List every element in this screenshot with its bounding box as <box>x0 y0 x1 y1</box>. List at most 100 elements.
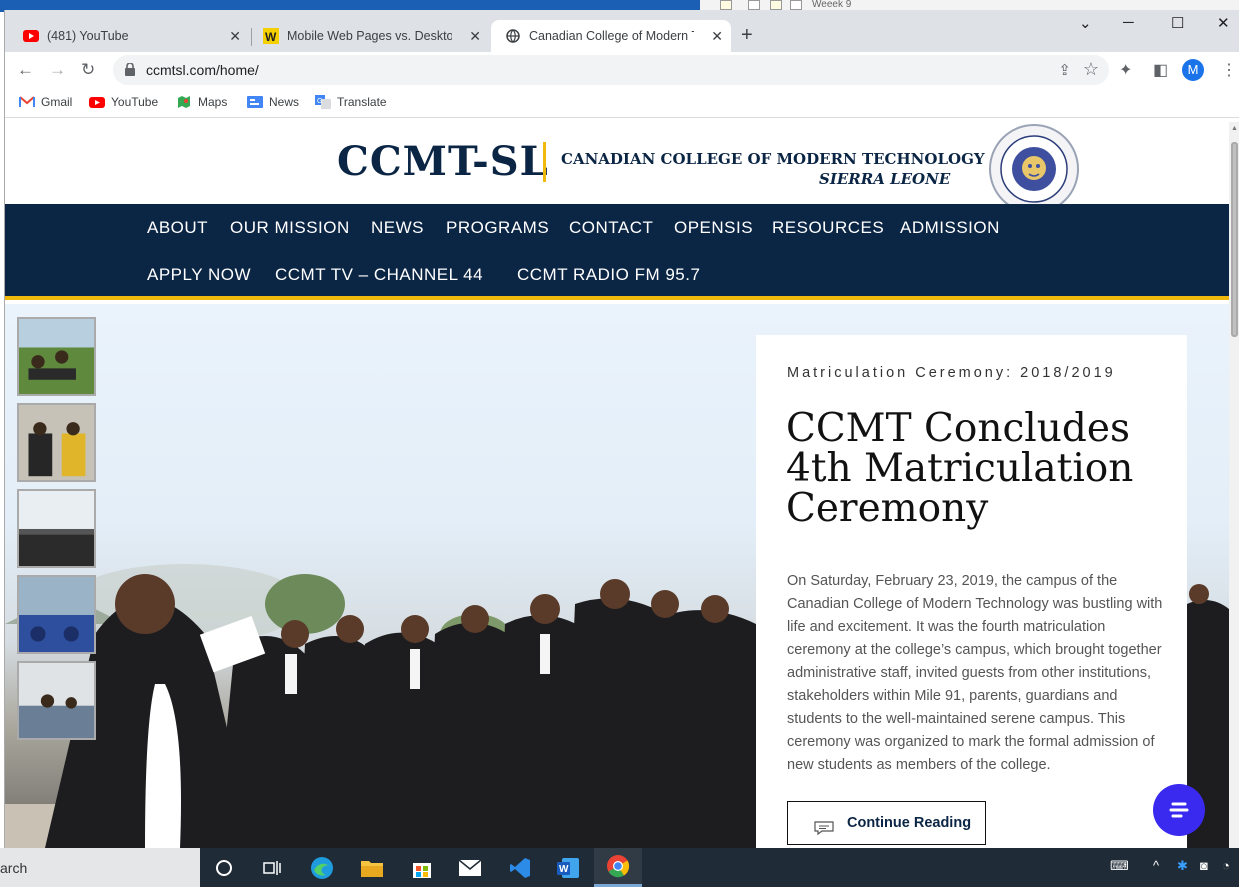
checkbox-icon <box>748 0 760 10</box>
close-window-button[interactable]: ✕ <box>1217 14 1230 32</box>
bookmark-gmail[interactable]: Gmail <box>19 95 72 109</box>
file-explorer-icon[interactable] <box>348 848 396 887</box>
background-doc-text: Weeek 9 <box>812 0 852 10</box>
site-logo-text[interactable]: CCMT-SL <box>337 138 549 185</box>
tab-mobile-web-pages[interactable]: W Mobile Web Pages vs. Desktop W ✕ <box>249 20 489 52</box>
chat-widget-button[interactable] <box>1153 784 1205 836</box>
hero-slider: Matriculation Ceremony: 2018/2019 CCMT C… <box>5 304 1229 848</box>
taskbar-search-text: arch <box>0 860 28 876</box>
thumbnail-farm-equipment[interactable] <box>17 575 96 654</box>
close-icon[interactable]: ✕ <box>229 28 241 45</box>
lock-icon <box>125 63 135 76</box>
scroll-up-arrow-icon[interactable]: ▲ <box>1231 125 1238 132</box>
chat-lines-icon <box>1169 802 1189 818</box>
forward-arrow-icon[interactable]: → <box>49 60 66 80</box>
minimize-button[interactable]: ─ <box>1123 14 1134 31</box>
featured-article-card: Matriculation Ceremony: 2018/2019 CCMT C… <box>756 335 1187 848</box>
browser-toolbar: ← → ↻ ccmtsl.com/home/ ⇪ ☆ ✦ ◧ M ⋮ <box>5 52 1239 90</box>
bookmark-youtube[interactable]: YouTube <box>89 95 158 109</box>
microsoft-store-icon[interactable] <box>398 848 446 887</box>
bookmark-translate[interactable]: G Translate <box>315 95 387 109</box>
extensions-puzzle-icon[interactable]: ✦ <box>1119 60 1132 80</box>
article-title[interactable]: CCMT Concludes 4th Matriculation Ceremon… <box>786 409 1166 529</box>
nav-our-mission[interactable]: OUR MISSION <box>230 218 350 238</box>
address-bar[interactable]: ccmtsl.com/home/ ⇪ ☆ <box>113 55 1109 85</box>
w-logo-icon: W <box>263 28 279 44</box>
close-icon[interactable]: ✕ <box>469 28 481 45</box>
globe-icon <box>505 28 521 44</box>
nav-ccmt-radio[interactable]: CCMT RADIO FM 95.7 <box>517 265 700 285</box>
tab-title: (481) YouTube <box>47 29 129 43</box>
tab-strip: (481) YouTube ✕ W Mobile Web Pages vs. D… <box>5 10 1239 52</box>
gmail-icon <box>19 95 35 109</box>
side-panel-icon[interactable]: ◧ <box>1153 60 1168 80</box>
tab-title: Mobile Web Pages vs. Desktop W <box>287 29 452 43</box>
bookmark-label: Maps <box>198 95 228 109</box>
windows-taskbar: arch W ⌨ ^ ✱ ◙ ◔ <box>0 848 1239 887</box>
bookmark-maps[interactable]: Maps <box>176 95 227 109</box>
vscode-icon[interactable] <box>496 848 544 887</box>
chrome-icon[interactable] <box>594 848 642 887</box>
browser-window: (481) YouTube ✕ W Mobile Web Pages vs. D… <box>4 10 1239 848</box>
new-tab-button[interactable]: + <box>741 24 753 47</box>
continue-reading-button[interactable]: Continue Reading <box>787 801 986 845</box>
nav-news[interactable]: NEWS <box>371 218 424 238</box>
nav-ccmt-tv[interactable]: CCMT TV – CHANNEL 44 <box>275 265 483 285</box>
page-scrollbar[interactable]: ▲ <box>1229 122 1239 848</box>
reload-icon[interactable]: ↻ <box>81 60 95 80</box>
translate-icon: G <box>315 95 331 109</box>
bookmark-label: Translate <box>337 95 387 109</box>
folder-icon <box>770 0 782 10</box>
cortana-circle-icon[interactable] <box>200 848 248 887</box>
nav-programs[interactable]: PROGRAMS <box>446 218 549 238</box>
camera-icon[interactable]: ◙ <box>1200 858 1208 873</box>
tab-search-chevron-icon[interactable]: ⌄ <box>1079 14 1092 32</box>
url-text[interactable]: ccmtsl.com/home/ <box>146 62 259 78</box>
bookmark-star-icon[interactable]: ☆ <box>1083 59 1099 80</box>
continue-reading-label: Continue Reading <box>847 815 972 831</box>
tab-ccmt-active[interactable]: Canadian College of Modern Tec ✕ <box>491 20 731 52</box>
dropdown-icon <box>790 0 802 10</box>
logo-country: SIERRA LEONE <box>819 170 951 188</box>
maps-icon <box>176 95 192 109</box>
bookmark-news[interactable]: News <box>247 95 299 109</box>
youtube-icon <box>89 95 105 109</box>
nav-about[interactable]: ABOUT <box>147 218 208 238</box>
thumbnail-graduation-crowd[interactable] <box>17 489 96 568</box>
web-page: CCMT-SL CANADIAN COLLEGE OF MODERN TECHN… <box>5 122 1229 848</box>
task-view-icon[interactable] <box>248 848 296 887</box>
youtube-icon <box>23 28 39 44</box>
word-icon[interactable]: W <box>544 848 592 887</box>
nav-opensis[interactable]: OPENSIS <box>674 218 753 238</box>
thumbnail-classroom[interactable] <box>17 661 96 740</box>
show-hidden-icons-chevron-icon[interactable]: ^ <box>1153 858 1159 873</box>
thumbnail-students-on-grass[interactable] <box>17 317 96 396</box>
nav-contact[interactable]: CONTACT <box>569 218 653 238</box>
network-icon[interactable]: ◔ <box>1222 858 1230 873</box>
folder-icon <box>720 0 732 10</box>
tab-title: Canadian College of Modern Tec <box>529 29 694 43</box>
college-seal-icon <box>989 124 1079 214</box>
edge-browser-icon[interactable] <box>298 848 346 887</box>
mail-icon[interactable] <box>446 848 494 887</box>
profile-avatar[interactable]: M <box>1182 59 1204 81</box>
bookmarks-bar: Gmail YouTube Maps News G Translate <box>5 90 1239 118</box>
bluetooth-icon[interactable]: ✱ <box>1177 858 1188 874</box>
logo-college-name: CANADIAN COLLEGE OF MODERN TECHNOLOGY <box>561 150 985 168</box>
touch-keyboard-icon[interactable]: ⌨ <box>1110 858 1129 874</box>
tab-youtube[interactable]: (481) YouTube ✕ <box>9 20 249 52</box>
close-icon[interactable]: ✕ <box>711 28 723 45</box>
article-category: Matriculation Ceremony: 2018/2019 <box>787 365 1116 381</box>
taskbar-search-box[interactable]: arch <box>0 848 200 887</box>
menu-kebab-icon[interactable]: ⋮ <box>1221 60 1237 80</box>
site-header: CCMT-SL CANADIAN COLLEGE OF MODERN TECHN… <box>5 122 1229 214</box>
nav-apply-now[interactable]: APPLY NOW <box>147 265 251 285</box>
nav-admission[interactable]: ADMISSION <box>900 218 1000 238</box>
article-excerpt: On Saturday, February 23, 2019, the camp… <box>787 573 1163 773</box>
scrollbar-thumb[interactable] <box>1231 142 1238 337</box>
share-icon[interactable]: ⇪ <box>1058 61 1071 79</box>
nav-resources[interactable]: RESOURCES <box>772 218 884 238</box>
back-arrow-icon[interactable]: ← <box>17 60 34 80</box>
thumbnail-students-reading[interactable] <box>17 403 96 482</box>
maximize-button[interactable]: ☐ <box>1171 14 1184 32</box>
